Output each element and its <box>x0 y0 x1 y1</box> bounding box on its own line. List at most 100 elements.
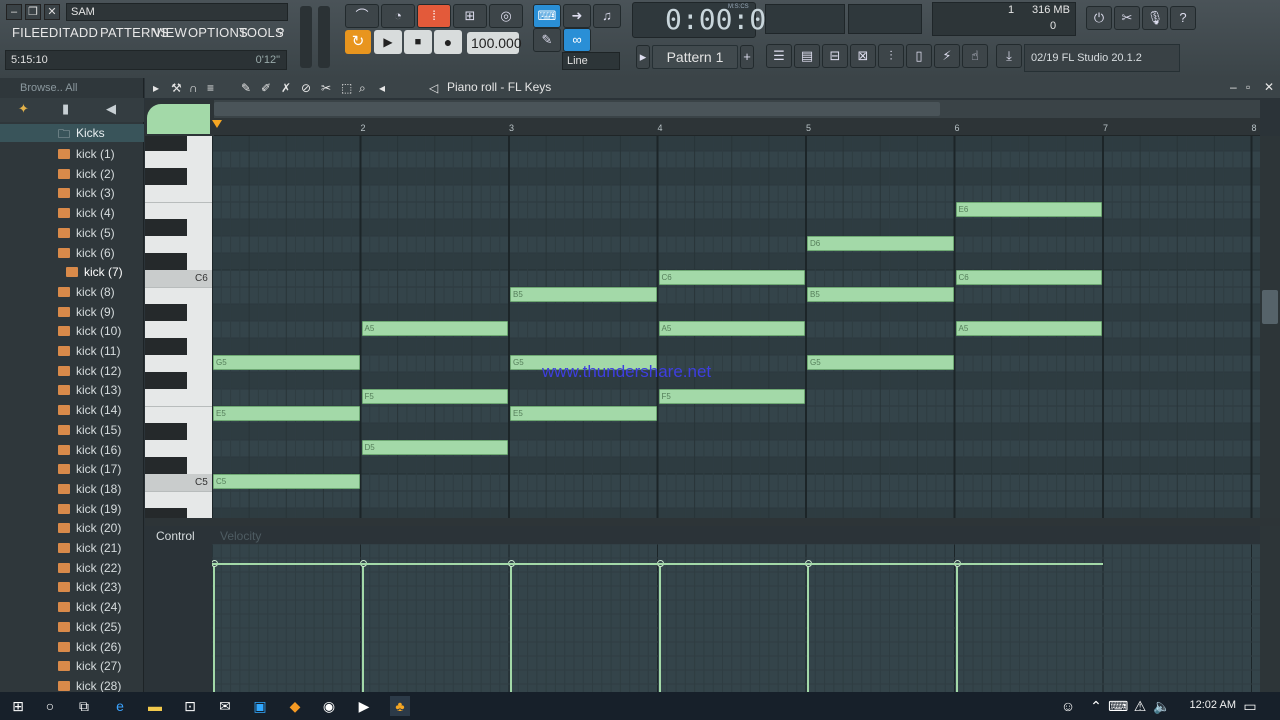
velocity-stem[interactable] <box>658 564 661 692</box>
browser-item[interactable]: kick (24) <box>0 597 144 617</box>
master-volume-slider[interactable] <box>300 6 312 68</box>
browser-item[interactable]: kick (21) <box>0 538 144 558</box>
note[interactable]: D5 <box>361 440 508 455</box>
black-key[interactable] <box>145 457 187 474</box>
file-icon[interactable]: ▮ <box>62 101 69 117</box>
browser-item[interactable]: kick (2) <box>0 164 144 184</box>
news-panel[interactable]: 02/19 FL Studio 20.1.2 Update <box>1024 44 1180 90</box>
browser-item[interactable]: kick (20) <box>0 518 144 538</box>
keyboard-layout-icon[interactable]: ⌨ <box>1108 696 1128 716</box>
browser-item[interactable]: kick (1) <box>0 144 144 164</box>
cut-icon[interactable]: ✂ <box>1114 6 1140 30</box>
channel-rack-icon[interactable]: ▤ <box>794 44 820 68</box>
task-view-icon[interactable]: ⧉ <box>74 696 94 716</box>
browser-folder-kicks[interactable]: 🗀 Kicks <box>0 124 144 142</box>
add-pattern-icon[interactable]: + <box>740 45 754 69</box>
browser-item[interactable]: kick (10) <box>0 321 144 341</box>
slice-icon[interactable]: ✂ <box>321 81 331 95</box>
browser-item[interactable]: kick (7) <box>0 262 144 282</box>
black-key[interactable] <box>145 168 187 185</box>
note[interactable]: B5 <box>807 287 954 302</box>
menu-icon[interactable]: ≡ <box>207 81 214 95</box>
notification-icon[interactable]: ▭ <box>1240 696 1260 716</box>
panel-divider[interactable] <box>145 518 1280 526</box>
edge-icon[interactable]: e <box>110 696 130 716</box>
power-icon[interactable]: ⏻ <box>1086 6 1112 30</box>
pattern-prev-icon[interactable]: ▸ <box>636 45 650 69</box>
browser-item[interactable]: kick (16) <box>0 440 144 460</box>
help-icon[interactable]: ? <box>1170 6 1196 30</box>
velocity-stem[interactable] <box>955 564 958 692</box>
control-target-label[interactable]: Velocity <box>220 529 261 543</box>
paint-icon[interactable]: ✐ <box>261 81 271 95</box>
black-key[interactable] <box>145 304 187 321</box>
browser-item[interactable]: kick (5) <box>0 223 144 243</box>
time-ruler[interactable]: 2 3 4 5 6 7 8 <box>212 118 1260 136</box>
control-scrollbar[interactable] <box>1260 526 1280 692</box>
microphone-icon[interactable]: 🎙 <box>1142 6 1168 30</box>
search-icon[interactable]: ○ <box>40 696 60 716</box>
video-editor-icon[interactable]: ▶ <box>354 696 374 716</box>
vertical-scrollbar[interactable] <box>1260 136 1280 518</box>
piano-keyboard[interactable]: C6 C5 <box>145 136 212 518</box>
scroll-thumb[interactable] <box>214 102 940 116</box>
piano-roll-icon[interactable]: ⊟ <box>822 44 848 68</box>
mixer-icon[interactable]: ⫶ <box>878 44 904 68</box>
note-preview[interactable] <box>147 104 210 134</box>
browser-item[interactable]: kick (27) <box>0 656 144 676</box>
velocity-stem[interactable] <box>807 564 809 692</box>
browser-item[interactable]: kick (26) <box>0 637 144 657</box>
note[interactable]: E5 <box>510 406 657 421</box>
touch-controller-icon[interactable]: ☝ <box>962 44 988 68</box>
arrow-right-icon[interactable]: ➜ <box>563 4 591 28</box>
menu-edit[interactable]: EDIT <box>40 25 70 43</box>
speaker-icon[interactable]: ◁ <box>429 81 438 95</box>
black-key[interactable] <box>145 219 187 236</box>
close-icon[interactable]: ✕ <box>1264 80 1274 94</box>
note[interactable]: F5 <box>361 389 508 404</box>
note[interactable]: C6 <box>658 270 805 285</box>
browser-item[interactable]: kick (9) <box>0 302 144 322</box>
close-icon[interactable]: ✕ <box>44 4 60 20</box>
network-icon[interactable]: ⚠ <box>1130 696 1150 716</box>
record-button[interactable]: ● <box>434 30 462 54</box>
note[interactable]: A5 <box>361 321 508 336</box>
browser-item[interactable]: kick (14) <box>0 400 144 420</box>
browser-item[interactable]: kick (25) <box>0 617 144 637</box>
horizontal-scrollbar[interactable] <box>214 100 1260 118</box>
browser-icon[interactable]: ▯ <box>906 44 932 68</box>
menu-add[interactable]: ADD <box>70 25 98 43</box>
black-key[interactable] <box>145 338 187 355</box>
browser-item[interactable]: kick (18) <box>0 479 144 499</box>
app-icon[interactable]: ◆ <box>285 696 305 716</box>
note[interactable]: D6 <box>807 236 954 251</box>
browser-item[interactable]: kick (13) <box>0 380 144 400</box>
windows-start-icon[interactable]: ⊞ <box>8 696 28 716</box>
note[interactable]: G5 <box>807 355 954 370</box>
clock[interactable]: 12:02 AM <box>1190 699 1236 711</box>
fl-studio-icon[interactable]: ♣ <box>390 696 410 716</box>
mail-icon[interactable]: ✉ <box>215 696 235 716</box>
pattern-selector[interactable]: Pattern 1 <box>652 45 738 69</box>
menu-file[interactable]: FILE <box>12 25 40 43</box>
link-icon[interactable]: ∞ <box>563 28 591 52</box>
people-icon[interactable]: ☺ <box>1058 696 1078 716</box>
minimize-icon[interactable]: – <box>6 4 22 20</box>
note[interactable]: E5 <box>213 406 360 421</box>
browser-item[interactable]: kick (23) <box>0 577 144 597</box>
menu-arrow-icon[interactable]: ▸ <box>153 81 159 95</box>
play-button[interactable]: ▶ <box>374 30 402 54</box>
playlist-icon[interactable]: ☰ <box>766 44 792 68</box>
maximize-icon[interactable]: ▫ <box>1246 80 1250 94</box>
velocity-stem[interactable] <box>213 564 215 692</box>
file-explorer-icon[interactable]: ▬ <box>145 696 165 716</box>
minimize-icon[interactable]: – <box>1230 80 1237 94</box>
control-label[interactable]: Control <box>156 529 195 543</box>
velocity-stem[interactable] <box>361 564 364 692</box>
note[interactable]: E6 <box>955 202 1102 217</box>
menu-help[interactable]: ? <box>277 25 284 43</box>
zoom-icon[interactable]: ⌕ <box>359 81 366 96</box>
browser-item[interactable]: kick (8) <box>0 282 144 302</box>
browser-item[interactable]: kick (17) <box>0 459 144 479</box>
mixer-tree-icon[interactable]: ⊠ <box>850 44 876 68</box>
